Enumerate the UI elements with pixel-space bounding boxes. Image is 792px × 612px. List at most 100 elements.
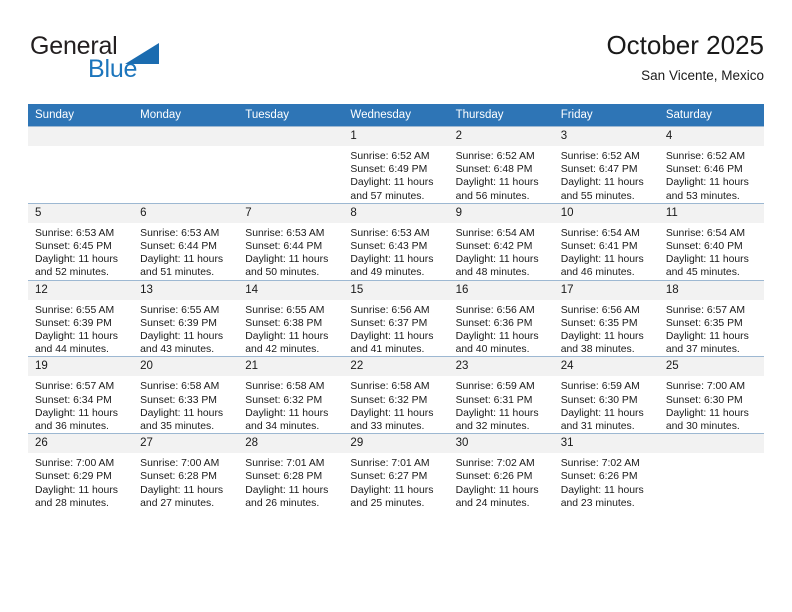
day-number: 1: [343, 127, 449, 146]
calendar-day-cell[interactable]: 9 Sunrise: 6:54 AM Sunset: 6:42 PM Daylight…: [448, 202, 554, 281]
calendar-day-cell[interactable]: 1 Sunrise: 6:52 AM Sunset: 6:49 PM Daylight…: [343, 126, 449, 204]
sunrise-time: Sunrise: 6:55 AM: [35, 304, 115, 316]
day-details: Sunrise: 6:54 AM Sunset: 6:40 PM Daylight:…: [659, 223, 764, 280]
calendar-day-cell[interactable]: 26 Sunrise: 7:00 AM Sunset: 6:29 PM Dayligh…: [28, 433, 134, 511]
sunset-time: Sunset: 6:29 PM: [35, 471, 112, 483]
sunset-time: Sunset: 6:46 PM: [665, 164, 743, 176]
calendar-day-cell[interactable]: 8 Sunrise: 6:53 AM Sunset: 6:43 PM Daylight…: [343, 202, 449, 281]
daylight-duration-line1: Daylight: 11 hours: [560, 331, 644, 343]
calendar-day-cell[interactable]: 11 Sunrise: 6:54 AM Sunset: 6:40 PM Dayligh…: [658, 202, 764, 281]
calendar-day-cell[interactable]: 23 Sunrise: 6:59 AM Sunset: 6:31 PM Dayligh…: [448, 356, 554, 434]
calendar-day-cell[interactable]: 12 Sunrise: 6:55 AM Sunset: 6:39 PM Dayligh…: [28, 279, 134, 357]
sunset-time: Sunset: 6:39 PM: [140, 317, 217, 329]
calendar-day-cell[interactable]: 16 Sunrise: 6:56 AM Sunset: 6:36 PM Dayligh…: [448, 279, 554, 357]
calendar-day-cell[interactable]: 5 Sunrise: 6:53 AM Sunset: 6:45 PM Daylight…: [28, 202, 134, 281]
day-number: 3: [553, 127, 659, 146]
sunrise-time: Sunrise: 6:53 AM: [140, 227, 220, 239]
calendar-day-cell[interactable]: 3 Sunrise: 6:52 AM Sunset: 6:47 PM Daylight…: [553, 126, 659, 204]
daylight-duration-line2: and 45 minutes.: [665, 267, 740, 279]
daylight-duration-line1: Daylight: 11 hours: [35, 254, 118, 266]
weekday-header-thursday: Thursday: [448, 104, 554, 127]
sunrise-time: Sunrise: 6:54 AM: [560, 227, 640, 239]
calendar-week-row: 1 Sunrise: 6:52 AM Sunset: 6:49 PM Daylight…: [28, 126, 764, 204]
daylight-duration-line2: and 33 minutes.: [350, 421, 425, 433]
day-details: Sunrise: 6:52 AM Sunset: 6:49 PM Daylight:…: [343, 146, 448, 203]
daylight-duration-line2: and 43 minutes.: [140, 344, 215, 356]
calendar-day-cell[interactable]: 27 Sunrise: 7:00 AM Sunset: 6:28 PM Dayligh…: [133, 433, 239, 511]
calendar-day-cell[interactable]: 17 Sunrise: 6:56 AM Sunset: 6:35 PM Dayligh…: [553, 279, 659, 357]
calendar-day-cell[interactable]: 10 Sunrise: 6:54 AM Sunset: 6:41 PM Dayligh…: [553, 202, 659, 281]
location-subtitle: San Vicente, Mexico: [641, 68, 764, 83]
daylight-duration-line1: Daylight: 11 hours: [140, 331, 224, 343]
daylight-duration-line2: and 52 minutes.: [35, 267, 109, 279]
day-number: 11: [658, 203, 764, 223]
day-number: 22: [343, 357, 449, 377]
calendar-page: General Blue October 2025 San Vicente, M…: [0, 0, 792, 612]
calendar-day-cell[interactable]: 18 Sunrise: 6:57 AM Sunset: 6:35 PM Dayligh…: [658, 279, 764, 357]
daylight-duration-line1: Daylight: 11 hours: [140, 254, 224, 266]
sunset-time: Sunset: 6:30 PM: [560, 394, 638, 406]
calendar-day-cell[interactable]: 19 Sunrise: 6:57 AM Sunset: 6:34 PM Dayligh…: [28, 356, 134, 434]
day-number: 27: [133, 434, 239, 454]
calendar-day-cell[interactable]: 4 Sunrise: 6:52 AM Sunset: 6:46 PM Daylight…: [658, 126, 764, 204]
sunrise-time: Sunrise: 6:55 AM: [140, 304, 220, 316]
calendar-day-cell[interactable]: 15 Sunrise: 6:56 AM Sunset: 6:37 PM Dayligh…: [343, 279, 449, 357]
calendar-day-cell[interactable]: 13 Sunrise: 6:55 AM Sunset: 6:39 PM Dayligh…: [133, 279, 239, 357]
calendar-day-cell[interactable]: 20 Sunrise: 6:58 AM Sunset: 6:33 PM Dayligh…: [133, 356, 239, 434]
calendar-day-cell[interactable]: 30 Sunrise: 7:02 AM Sunset: 6:26 PM Dayligh…: [448, 433, 554, 511]
sunset-time: Sunset: 6:36 PM: [455, 317, 533, 329]
day-details: Sunrise: 6:52 AM Sunset: 6:46 PM Daylight:…: [659, 146, 764, 203]
sunset-time: Sunset: 6:26 PM: [455, 471, 533, 483]
daylight-duration-line1: Daylight: 11 hours: [560, 254, 644, 266]
calendar-day-cell[interactable]: 31 Sunrise: 7:02 AM Sunset: 6:26 PM Dayligh…: [553, 433, 659, 511]
sunrise-time: Sunrise: 6:53 AM: [350, 227, 430, 239]
daylight-duration-line2: and 56 minutes.: [455, 190, 530, 202]
sunrise-time: Sunrise: 6:52 AM: [560, 151, 640, 162]
calendar-day-cell[interactable]: 28 Sunrise: 7:01 AM Sunset: 6:28 PM Dayligh…: [238, 433, 344, 511]
day-number: 17: [553, 280, 659, 300]
daylight-duration-line1: Daylight: 11 hours: [245, 331, 329, 343]
sunrise-time: Sunrise: 7:01 AM: [350, 458, 430, 470]
day-details: Sunrise: 6:53 AM Sunset: 6:44 PM Daylight:…: [133, 223, 238, 280]
sunset-time: Sunset: 6:28 PM: [245, 471, 323, 483]
sunrise-time: Sunrise: 6:58 AM: [140, 381, 220, 393]
weekday-header-monday: Monday: [133, 104, 239, 127]
daylight-duration-line2: and 55 minutes.: [560, 190, 635, 202]
day-number: 18: [658, 280, 764, 300]
sunrise-time: Sunrise: 6:54 AM: [455, 227, 535, 239]
day-details: Sunrise: 6:56 AM Sunset: 6:36 PM Daylight:…: [449, 300, 554, 357]
title-block: October 2025 San Vicente, Mexico: [606, 30, 764, 86]
daylight-duration-line2: and 37 minutes.: [665, 344, 740, 356]
day-number: 31: [553, 434, 659, 454]
sunset-time: Sunset: 6:27 PM: [350, 471, 428, 483]
month-calendar-table: Sunday Monday Tuesday Wednesday Thursday…: [28, 104, 764, 511]
calendar-day-cell[interactable]: 25 Sunrise: 7:00 AM Sunset: 6:30 PM Dayligh…: [658, 356, 764, 434]
calendar-day-cell[interactable]: 2 Sunrise: 6:52 AM Sunset: 6:48 PM Daylight…: [448, 126, 554, 204]
calendar-day-cell[interactable]: 6 Sunrise: 6:53 AM Sunset: 6:44 PM Daylight…: [133, 202, 239, 281]
calendar-week-row: 19 Sunrise: 6:57 AM Sunset: 6:34 PM Dayligh…: [28, 356, 764, 434]
day-details: Sunrise: 6:55 AM Sunset: 6:38 PM Daylight:…: [238, 300, 343, 357]
day-details: Sunrise: 6:56 AM Sunset: 6:37 PM Daylight:…: [343, 300, 448, 357]
calendar-week-row: 5 Sunrise: 6:53 AM Sunset: 6:45 PM Daylight…: [28, 202, 764, 281]
day-details: Sunrise: 6:52 AM Sunset: 6:47 PM Daylight:…: [554, 146, 659, 203]
day-number: 15: [343, 280, 449, 300]
daylight-duration-line1: Daylight: 11 hours: [455, 407, 539, 419]
daylight-duration-line2: and 57 minutes.: [350, 190, 425, 202]
calendar-day-cell[interactable]: 22 Sunrise: 6:58 AM Sunset: 6:32 PM Dayligh…: [343, 356, 449, 434]
calendar-day-cell[interactable]: 29 Sunrise: 7:01 AM Sunset: 6:27 PM Dayligh…: [343, 433, 449, 511]
daylight-duration-line2: and 51 minutes.: [140, 267, 215, 279]
calendar-day-cell[interactable]: 21 Sunrise: 6:58 AM Sunset: 6:32 PM Dayligh…: [238, 356, 344, 434]
sunset-time: Sunset: 6:38 PM: [245, 317, 323, 329]
day-number: 10: [553, 203, 659, 223]
sunset-time: Sunset: 6:44 PM: [140, 241, 217, 253]
calendar-day-cell[interactable]: 24 Sunrise: 6:59 AM Sunset: 6:30 PM Dayligh…: [553, 356, 659, 434]
day-details: Sunrise: 7:01 AM Sunset: 6:27 PM Daylight:…: [343, 453, 448, 510]
calendar-day-cell[interactable]: 14 Sunrise: 6:55 AM Sunset: 6:38 PM Dayligh…: [238, 279, 344, 357]
day-number: 4: [658, 127, 764, 146]
day-number: 5: [28, 203, 134, 223]
sunrise-time: Sunrise: 7:00 AM: [35, 458, 115, 470]
calendar-day-cell[interactable]: 7 Sunrise: 6:53 AM Sunset: 6:44 PM Daylight…: [238, 202, 344, 281]
sunset-time: Sunset: 6:37 PM: [350, 317, 428, 329]
calendar-empty-cell: [658, 433, 764, 511]
general-blue-logo[interactable]: General Blue: [28, 30, 248, 88]
